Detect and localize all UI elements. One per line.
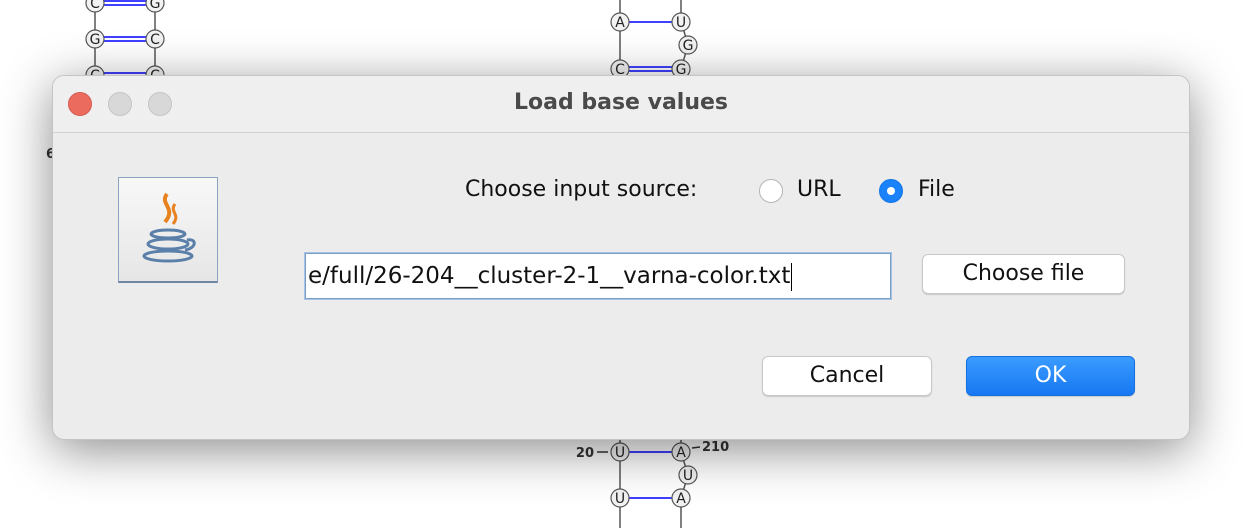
index-label-210: 210 xyxy=(702,440,729,455)
file-path-input[interactable]: e/full/26-204__cluster-2-1__varna-color.… xyxy=(305,253,891,299)
nucleotide-letter: U xyxy=(676,15,686,31)
choose-file-button[interactable]: Choose file xyxy=(922,254,1125,294)
ok-button[interactable]: OK xyxy=(966,356,1135,396)
nucleotide-letter: G xyxy=(150,0,161,12)
nucleotide-letter: U xyxy=(615,491,625,507)
index-label-20: 20 xyxy=(576,446,594,461)
nucleotide-letter: U xyxy=(683,468,693,484)
title-bar[interactable]: Load base values xyxy=(53,76,1189,133)
nucleotide-letter: A xyxy=(676,491,686,507)
nucleotide-letter: C xyxy=(90,0,100,12)
dialog-title: Load base values xyxy=(513,90,729,115)
file-radio[interactable] xyxy=(879,179,903,203)
nucleotide-letter: U xyxy=(615,445,625,461)
input-source-label: Choose input source: xyxy=(465,177,698,202)
nucleotide-letter: A xyxy=(615,15,625,31)
file-radio-label[interactable]: File xyxy=(918,177,955,202)
nucleotide-letter: G xyxy=(683,38,694,54)
nucleotide-letter: C xyxy=(150,32,160,48)
nucleotide-letter: G xyxy=(90,32,101,48)
url-radio-label[interactable]: URL xyxy=(797,177,841,202)
file-path-value: e/full/26-204__cluster-2-1__varna-color.… xyxy=(308,263,791,289)
index-tick xyxy=(691,446,701,449)
url-radio[interactable] xyxy=(759,179,783,203)
nucleotide-letter: A xyxy=(676,445,686,461)
cancel-button[interactable]: Cancel xyxy=(762,356,932,396)
load-base-values-dialog: Load base values Choose input source: UR… xyxy=(52,75,1190,440)
java-icon xyxy=(118,177,218,283)
